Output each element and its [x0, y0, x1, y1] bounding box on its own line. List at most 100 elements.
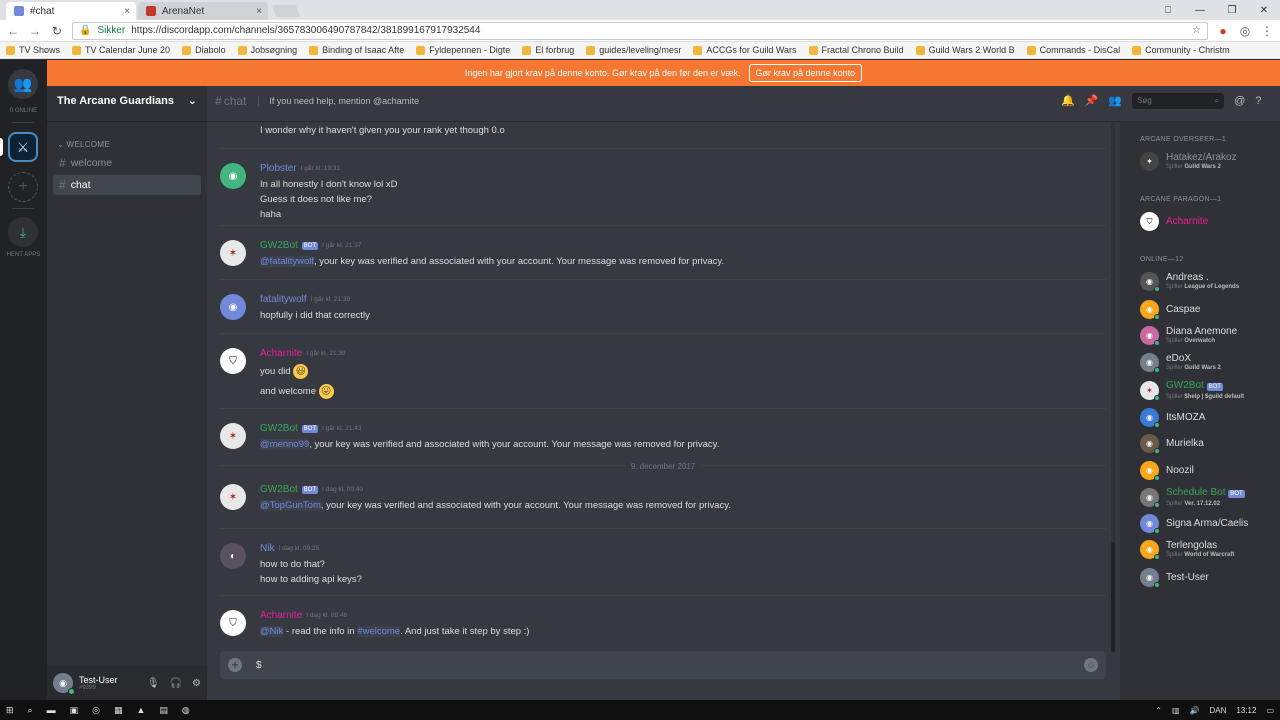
chrome-icon[interactable]: ◎: [92, 705, 100, 716]
avatar[interactable]: ◉: [53, 673, 75, 695]
search-icon[interactable]: ⌕: [28, 705, 33, 716]
avatar[interactable]: ⛉: [220, 348, 246, 374]
new-tab-button[interactable]: [271, 5, 301, 17]
author-name[interactable]: GW2Bot: [260, 423, 298, 434]
menu-icon[interactable]: ⋮: [1260, 24, 1274, 38]
browser-tab-arenanet[interactable]: ArenaNet ×: [138, 2, 268, 20]
member-item[interactable]: ◉ Signa Arma/Caelis: [1140, 514, 1275, 534]
search-input[interactable]: Søg ⌕: [1132, 92, 1225, 109]
author-name[interactable]: GW2Bot: [260, 240, 298, 251]
upload-plus-icon[interactable]: +: [228, 658, 242, 672]
bookmark-item[interactable]: Community - Christm: [1132, 45, 1230, 55]
emoji-picker-icon[interactable]: ☺: [1084, 658, 1098, 672]
app-icon[interactable]: ▦: [114, 705, 123, 716]
close-window-icon[interactable]: ✕: [1248, 5, 1280, 16]
bookmark-item[interactable]: Binding of Isaac Afte: [309, 45, 404, 55]
member-item[interactable]: ◉ Diana Anemone Spiller Overwatch: [1140, 326, 1275, 346]
member-item[interactable]: ◉ Terlengolas Spiller World of Warcraft: [1140, 540, 1275, 560]
app-icon[interactable]: ◍: [182, 705, 190, 716]
avatar[interactable]: ◉: [220, 163, 246, 189]
bookmark-item[interactable]: Guild Wars 2 World B: [915, 45, 1015, 55]
user-mention[interactable]: @menno99: [260, 439, 310, 450]
author-name[interactable]: Nik: [260, 543, 274, 554]
profile-icon[interactable]: ⎕: [1152, 5, 1184, 16]
member-item[interactable]: ◉ Schedule Bot BOT Spiller Ver. 17.12.02: [1140, 487, 1275, 508]
language-indicator[interactable]: DAN: [1210, 706, 1227, 715]
bookmark-item[interactable]: El forbrug: [522, 45, 574, 55]
author-name[interactable]: Acharnite: [260, 610, 302, 621]
headphones-icon[interactable]: 🎧: [170, 678, 182, 689]
network-icon[interactable]: ▥: [1172, 706, 1180, 715]
help-icon[interactable]: ?: [1255, 95, 1261, 107]
claim-account-button[interactable]: Gør krav på denne konto: [748, 64, 863, 82]
bell-icon[interactable]: 🔔: [1061, 94, 1075, 107]
friends-home-icon[interactable]: 👥: [8, 69, 38, 99]
bookmark-item[interactable]: TV Calendar June 20: [72, 45, 170, 55]
arcane-guardians-server-icon[interactable]: ⚔: [8, 132, 38, 162]
avatar[interactable]: ✶: [220, 484, 246, 510]
folder-icon[interactable]: ▣: [70, 705, 79, 716]
close-tab-icon[interactable]: ×: [124, 6, 130, 17]
close-tab-icon[interactable]: ×: [256, 6, 262, 17]
member-item[interactable]: ⛉ Acharnite: [1140, 212, 1275, 231]
forward-icon[interactable]: →: [28, 24, 42, 38]
bookmark-item[interactable]: Commands - DisCal: [1026, 45, 1120, 55]
channel-chat[interactable]: # chat: [53, 175, 201, 195]
author-name[interactable]: Plobster: [260, 163, 297, 174]
minimize-icon[interactable]: —: [1184, 5, 1216, 16]
bookmark-item[interactable]: Fyldepennen - Digte: [416, 45, 510, 55]
member-item[interactable]: ◉ Murielka: [1140, 434, 1275, 454]
download-apps-icon[interactable]: ⤓: [8, 217, 38, 247]
notifications-icon[interactable]: ▭: [1266, 706, 1274, 715]
member-item[interactable]: ◉ eDoX Spiller Guild Wars 2: [1140, 353, 1275, 373]
avatar[interactable]: ⛉: [220, 610, 246, 636]
add-server-icon[interactable]: +: [8, 172, 38, 202]
avatar[interactable]: ◐: [220, 543, 246, 569]
user-mention[interactable]: @fatalitywolf: [260, 256, 314, 267]
avatar[interactable]: ◉: [220, 294, 246, 320]
address-bar[interactable]: 🔒 Sikker https://discordapp.com/channels…: [72, 21, 1208, 40]
gear-icon[interactable]: ⚙: [192, 678, 201, 689]
member-item[interactable]: ◉ Andreas . Spiller League of Legends: [1140, 272, 1275, 292]
extension-icon[interactable]: ◎: [1238, 24, 1252, 38]
file-explorer-icon[interactable]: ▬: [47, 705, 56, 715]
author-name[interactable]: fatalitywolf: [260, 294, 307, 305]
mentions-icon[interactable]: @: [1234, 95, 1245, 107]
app-icon[interactable]: ▲: [136, 705, 145, 715]
star-icon[interactable]: ☆: [1192, 25, 1201, 36]
bookmark-item[interactable]: TV Shows: [6, 45, 60, 55]
member-list-icon[interactable]: 👥: [1108, 94, 1122, 107]
pin-icon[interactable]: 📌: [1085, 94, 1099, 107]
bookmark-item[interactable]: guides/leveling/mesr: [586, 45, 681, 55]
user-mention[interactable]: @TopGunTom: [260, 500, 321, 511]
avatar[interactable]: ✶: [220, 423, 246, 449]
bookmark-item[interactable]: Fractal Chrono Build: [808, 45, 904, 55]
bookmark-item[interactable]: Jobsøgning: [237, 45, 297, 55]
channel-category[interactable]: ⌄ WELCOME: [57, 140, 207, 149]
maximize-icon[interactable]: ❐: [1216, 5, 1248, 16]
bookmark-item[interactable]: ACCGs for Guild Wars: [693, 45, 797, 55]
back-icon[interactable]: ←: [6, 24, 20, 38]
channel-link[interactable]: #welcome: [357, 626, 401, 637]
opera-extension-icon[interactable]: ●: [1216, 24, 1230, 38]
user-mention[interactable]: @Nik: [260, 626, 284, 637]
windows-start-icon[interactable]: ⊞: [6, 705, 14, 716]
tray-chevron-icon[interactable]: ⌃: [1155, 706, 1162, 715]
volume-icon[interactable]: 🔊: [1190, 706, 1200, 715]
tongue-emoji-icon[interactable]: 😛: [318, 384, 334, 399]
mute-icon[interactable]: 🎙: [147, 678, 160, 689]
member-item[interactable]: ✦ Hatakez/Arakoz Spiller Guild Wars 2: [1140, 152, 1275, 171]
clock[interactable]: 13:12: [1236, 706, 1256, 715]
avatar[interactable]: ✶: [220, 240, 246, 266]
app-icon[interactable]: ▤: [159, 705, 168, 716]
scrollbar-thumb[interactable]: [1111, 542, 1115, 652]
member-item[interactable]: ✶ GW2Bot BOT Spiller $help | $guild defaul…: [1140, 380, 1275, 401]
browser-tab-chat[interactable]: #chat ×: [6, 2, 136, 20]
smiley-emoji-icon[interactable]: 😃: [293, 364, 309, 379]
reload-icon[interactable]: ↻: [50, 24, 64, 38]
message-list[interactable]: I wonder why it haven't given you your r…: [207, 122, 1120, 642]
member-item[interactable]: ◉ ItsMOZA: [1140, 408, 1275, 428]
member-item[interactable]: ◉ Caspae: [1140, 300, 1275, 320]
guild-header[interactable]: The Arcane Guardians ⌄: [47, 80, 207, 122]
bookmark-item[interactable]: Diabolo: [182, 45, 226, 55]
